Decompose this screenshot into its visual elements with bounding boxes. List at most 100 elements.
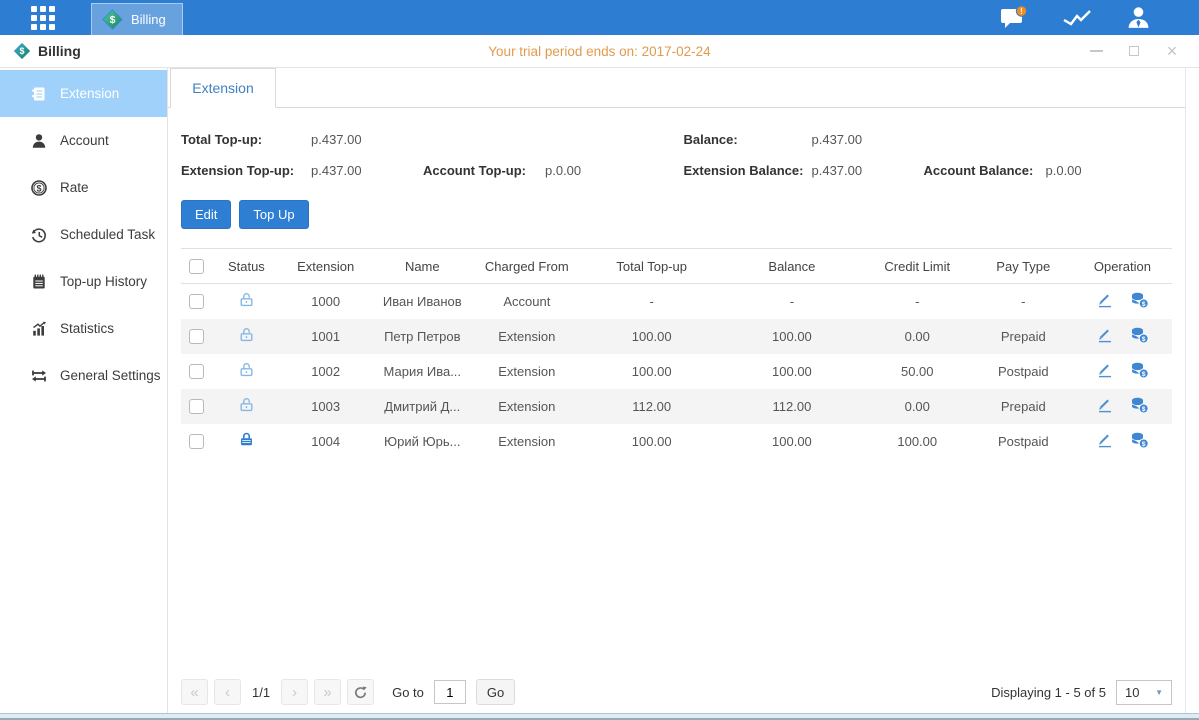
lock-open-icon — [238, 291, 255, 308]
table-row-1000: 1000Иван ИвановAccount----$ — [181, 284, 1172, 319]
cell-balance: 112.00 — [723, 389, 861, 424]
table-row-1004: 1004Юрий Юрь...Extension100.00100.00100.… — [181, 424, 1172, 459]
header-pay-type[interactable]: Pay Type — [974, 249, 1073, 284]
page-title: Billing — [38, 43, 81, 59]
svg-text:!: ! — [1020, 6, 1023, 15]
edit-button[interactable]: Edit — [181, 200, 231, 229]
prev-page-button[interactable]: ‹ — [214, 679, 241, 705]
balance-value: p.437.00 — [812, 132, 863, 147]
row-checkbox[interactable] — [189, 364, 204, 379]
edit-pencil-icon[interactable] — [1096, 431, 1114, 449]
edit-pencil-icon[interactable] — [1096, 326, 1114, 344]
goto-label: Go to — [392, 685, 424, 700]
row-checkbox[interactable] — [189, 434, 204, 449]
extension-balance-label: Extension Balance: — [684, 163, 812, 178]
scheduled-task-icon — [30, 226, 48, 244]
trial-notice: Your trial period ends on: 2017-02-24 — [0, 44, 1199, 59]
cell-pay-type: Prepaid — [974, 319, 1073, 354]
header-balance[interactable]: Balance — [723, 249, 861, 284]
header-operation[interactable]: Operation — [1073, 249, 1172, 284]
cell-name: Юрий Юрь... — [371, 424, 473, 459]
sidebar-item-top-up-history[interactable]: Top-up History — [0, 258, 167, 305]
topup-coins-icon[interactable]: $ — [1130, 431, 1149, 449]
svg-text:$: $ — [110, 14, 116, 26]
sidebar-item-general-settings[interactable]: General Settings — [0, 352, 167, 399]
edit-pencil-icon[interactable] — [1096, 396, 1114, 414]
scrollbar-gutter[interactable] — [1185, 68, 1199, 713]
chevron-down-icon: ▼ — [1155, 688, 1163, 697]
cell-charged-from: Extension — [473, 319, 580, 354]
sidebar-item-label: Rate — [60, 180, 89, 195]
header-name[interactable]: Name — [371, 249, 473, 284]
cell-name: Иван Иванов — [371, 284, 473, 319]
last-page-button[interactable]: » — [314, 679, 341, 705]
cell-extension: 1002 — [280, 354, 371, 389]
lock-closed-icon — [238, 431, 255, 448]
go-button[interactable]: Go — [476, 679, 515, 705]
page-size-dropdown[interactable]: 10 ▼ — [1116, 680, 1172, 705]
edit-pencil-icon[interactable] — [1096, 361, 1114, 379]
next-page-button[interactable]: › — [281, 679, 308, 705]
row-checkbox[interactable] — [189, 399, 204, 414]
cell-total-topup: 112.00 — [580, 389, 723, 424]
topup-coins-icon[interactable]: $ — [1130, 291, 1149, 309]
first-page-button[interactable]: « — [181, 679, 208, 705]
cell-total-topup: 100.00 — [580, 424, 723, 459]
sidebar-item-label: Account — [60, 133, 109, 148]
sidebar-item-label: Statistics — [60, 321, 114, 336]
header-charged-from[interactable]: Charged From — [473, 249, 580, 284]
topup-coins-icon[interactable]: $ — [1130, 361, 1149, 379]
topup-coins-icon[interactable]: $ — [1130, 326, 1149, 344]
svg-text:$: $ — [36, 183, 41, 193]
cell-pay-type: Postpaid — [974, 424, 1073, 459]
main-content: Extension Total Top-up: p.437.00 Extensi… — [168, 68, 1185, 713]
cell-name: Петр Петров — [371, 319, 473, 354]
titlebar: $ Billing Your trial period ends on: 201… — [0, 35, 1199, 68]
topup-coins-icon[interactable]: $ — [1130, 396, 1149, 414]
sidebar-item-statistics[interactable]: Statistics — [0, 305, 167, 352]
cell-name: Дмитрий Д... — [371, 389, 473, 424]
cell-balance: - — [723, 284, 861, 319]
row-checkbox[interactable] — [189, 329, 204, 344]
cell-credit-limit: 0.00 — [861, 319, 974, 354]
messages-icon[interactable]: ! — [1000, 5, 1028, 31]
refresh-button[interactable] — [347, 679, 374, 705]
top-up-button[interactable]: Top Up — [239, 200, 308, 229]
monitor-chart-icon[interactable] — [1062, 7, 1092, 29]
cell-charged-from: Extension — [473, 424, 580, 459]
minimize-button[interactable] — [1089, 44, 1103, 58]
billing-diamond-icon: $ — [102, 9, 123, 30]
cell-credit-limit: 0.00 — [861, 389, 974, 424]
goto-page-input[interactable] — [434, 680, 466, 704]
sidebar-item-account[interactable]: Account — [0, 117, 167, 164]
cell-total-topup: - — [580, 284, 723, 319]
user-icon[interactable] — [1126, 5, 1151, 30]
header-extension[interactable]: Extension — [280, 249, 371, 284]
app-grid-icon[interactable] — [31, 6, 55, 30]
edit-pencil-icon[interactable] — [1096, 291, 1114, 309]
close-button[interactable]: × — [1165, 44, 1179, 58]
header-credit-limit[interactable]: Credit Limit — [861, 249, 974, 284]
cell-credit-limit: 100.00 — [861, 424, 974, 459]
pagination-bar: « ‹ 1/1 › » Go to Go Displaying 1 - 5 of… — [181, 679, 1172, 705]
header-status[interactable]: Status — [213, 249, 280, 284]
table-header-row: Status Extension Name Charged From Total… — [181, 249, 1172, 284]
maximize-button[interactable] — [1127, 44, 1141, 58]
sidebar-item-label: Extension — [60, 86, 119, 101]
cell-credit-limit: 50.00 — [861, 354, 974, 389]
sidebar-item-scheduled-task[interactable]: Scheduled Task — [0, 211, 167, 258]
svg-text:$: $ — [1142, 405, 1146, 412]
sidebar-item-rate[interactable]: $ Rate — [0, 164, 167, 211]
select-all-checkbox[interactable] — [189, 259, 204, 274]
tab-extension[interactable]: Extension — [170, 68, 276, 108]
cell-balance: 100.00 — [723, 424, 861, 459]
cell-balance: 100.00 — [723, 354, 861, 389]
cell-extension: 1004 — [280, 424, 371, 459]
extension-topup-value: p.437.00 — [311, 163, 423, 178]
billing-app-tab[interactable]: $ Billing — [91, 3, 183, 35]
sidebar-item-extension[interactable]: Extension — [0, 70, 167, 117]
row-checkbox[interactable] — [189, 294, 204, 309]
sidebar: Extension Account $ Rate Scheduled TaskTop-u… — [0, 68, 168, 713]
header-total-topup[interactable]: Total Top-up — [580, 249, 723, 284]
tab-label: Extension — [192, 80, 253, 96]
